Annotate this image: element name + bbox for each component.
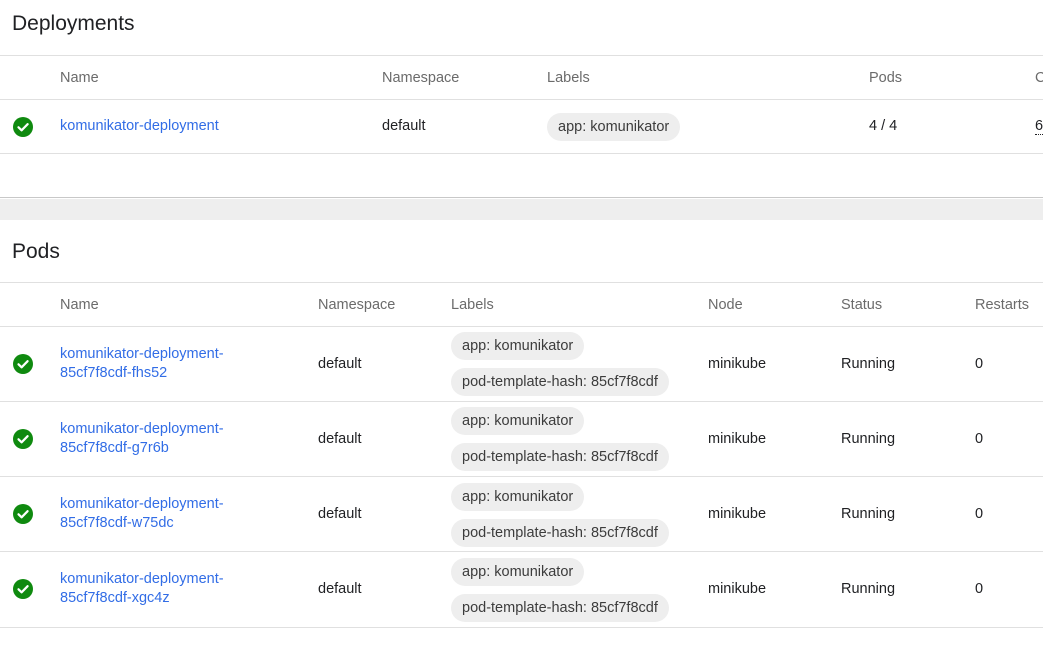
label-chip: pod-template-hash: 85cf7f8cdf [451,519,669,547]
section-gap [0,199,1043,220]
check-circle-icon [13,579,33,599]
pod-name-line1: komunikator-deployment- [60,421,224,437]
restarts-value: 0 [975,506,984,522]
column-header-truncated[interactable]: C [1035,70,1043,86]
node-value: minikube [708,581,767,597]
column-header-name[interactable]: Name [60,70,99,86]
deployments-title: Deployments [12,12,135,35]
status-value: Running [841,581,896,597]
label-chip: app: komunikator [451,483,585,511]
column-header-labels: Labels [451,297,494,313]
divider [0,476,1043,477]
status-value: Running [841,506,896,522]
column-header-status[interactable]: Status [841,297,882,313]
namespace-value: default [318,431,362,447]
label-chip: pod-template-hash: 85cf7f8cdf [451,594,669,622]
check-circle-icon [13,117,33,137]
status-value: Running [841,356,896,372]
deployment-name-link[interactable]: komunikator-deployment [60,117,219,136]
divider [0,627,1043,628]
label-chip: app: komunikator [451,332,585,360]
status-value: Running [841,431,896,447]
pod-name-link[interactable]: komunikator-deployment- 85cf7f8cdf-g7r6b [60,420,224,458]
node-value: minikube [708,506,767,522]
pod-name-link[interactable]: komunikator-deployment- 85cf7f8cdf-fhs52 [60,345,224,383]
pod-name-line2: 85cf7f8cdf-fhs52 [60,365,168,381]
column-header-labels: Labels [547,70,590,86]
label-chip: app: komunikator [451,407,585,435]
label-chip: app: komunikator [451,558,585,586]
deployments-card: Deployments Name Namespace Labels Pods C… [0,0,1043,198]
pods-title: Pods [12,240,60,263]
pods-card: Pods Name Namespace Labels Node Status R… [0,220,1043,657]
namespace-value: default [318,581,362,597]
divider [0,401,1043,402]
pod-name-line1: komunikator-deployment- [60,571,224,587]
divider [0,99,1043,100]
namespace-value: default [382,118,426,134]
pod-name-line2: 85cf7f8cdf-w75dc [60,515,174,531]
namespace-value: default [318,356,362,372]
label-chip: pod-template-hash: 85cf7f8cdf [451,368,669,396]
divider [0,282,1043,283]
pod-name-link[interactable]: komunikator-deployment- 85cf7f8cdf-xgc4z [60,570,224,608]
restarts-value: 0 [975,581,984,597]
pod-name-link[interactable]: komunikator-deployment- 85cf7f8cdf-w75dc [60,495,224,533]
restarts-value: 0 [975,431,984,447]
column-header-name[interactable]: Name [60,297,99,313]
divider [0,153,1043,154]
column-header-namespace[interactable]: Namespace [382,70,459,86]
column-header-restarts[interactable]: Restarts [975,297,1029,313]
restarts-value: 0 [975,356,984,372]
namespace-value: default [318,506,362,522]
column-header-node[interactable]: Node [708,297,743,313]
divider [0,551,1043,552]
pod-name-line2: 85cf7f8cdf-xgc4z [60,590,170,606]
check-circle-icon [13,354,33,374]
node-value: minikube [708,431,767,447]
pod-name-line1: komunikator-deployment- [60,346,224,362]
node-value: minikube [708,356,767,372]
pod-name-line1: komunikator-deployment- [60,496,224,512]
pod-name-line2: 85cf7f8cdf-g7r6b [60,440,169,456]
column-header-namespace[interactable]: Namespace [318,297,395,313]
pods-count: 4 / 4 [869,118,898,134]
check-circle-icon [13,429,33,449]
label-chip: app: komunikator [547,113,681,141]
label-chip: pod-template-hash: 85cf7f8cdf [451,443,669,471]
truncated-value: 6 [1035,118,1043,135]
divider [0,55,1043,56]
check-circle-icon [13,504,33,524]
divider [0,326,1043,327]
column-header-pods: Pods [869,70,903,86]
